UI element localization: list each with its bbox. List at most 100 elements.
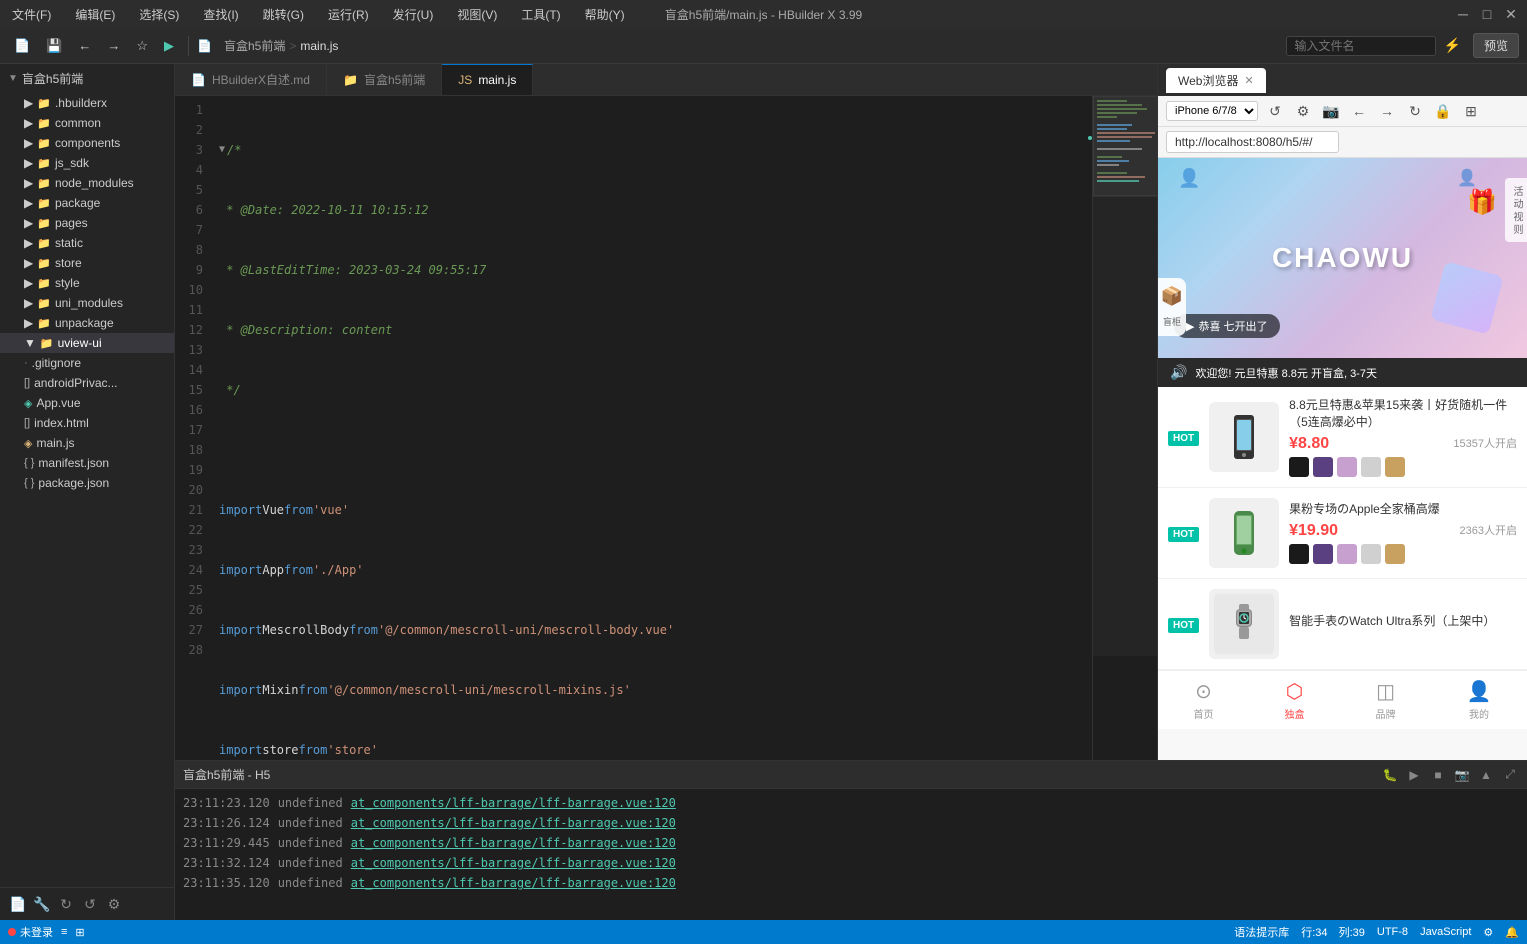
browser-screenshot-icon[interactable]: 📷	[1320, 100, 1342, 122]
sidebar-bottom-btn4[interactable]: ↺	[80, 894, 100, 914]
sidebar-item-unpackage[interactable]: ▶ 📁 unpackage	[0, 313, 174, 333]
sidebar-item-indexhtml[interactable]: [] index.html	[0, 413, 174, 433]
console-link[interactable]: at_components/lff-barrage/lff-barrage.vu…	[351, 793, 676, 813]
sidebar-item-jssdk[interactable]: ▶ 📁 js_sdk	[0, 153, 174, 173]
breadcrumb-file[interactable]: main.js	[300, 39, 338, 53]
nav-item-home[interactable]: ⊙ 首页	[1194, 679, 1214, 721]
browser-settings-icon[interactable]: ⚙	[1292, 100, 1314, 122]
sidebar-bottom-btn5[interactable]: ⚙	[104, 894, 124, 914]
run-h5-icon[interactable]: ▶	[1405, 766, 1423, 784]
sidebar-bottom-btn3[interactable]: ↻	[56, 894, 76, 914]
console-link[interactable]: at_components/lff-barrage/lff-barrage.vu…	[351, 833, 676, 853]
fold-btn[interactable]: ▼	[219, 140, 225, 160]
status-encoding[interactable]: UTF-8	[1377, 926, 1408, 938]
screenshot-bp-icon[interactable]: 📷	[1453, 766, 1471, 784]
sidebar-item-package[interactable]: ▶ 📁 package	[0, 193, 174, 213]
left-nav-icon-box[interactable]: 📦	[1161, 286, 1183, 307]
menu-jump[interactable]: 跳转(G)	[259, 4, 308, 25]
browser-refresh-icon[interactable]: ↺	[1264, 100, 1286, 122]
sidebar-item-appvue[interactable]: ◈ App.vue	[0, 393, 174, 413]
tab-project[interactable]: 📁 盲盒h5前端	[327, 64, 442, 95]
maximize-button[interactable]: □	[1479, 6, 1495, 22]
expand-icon[interactable]: ⤢	[1501, 766, 1519, 784]
close-button[interactable]: ✕	[1503, 6, 1519, 22]
sidebar-item-style[interactable]: ▶ 📁 style	[0, 273, 174, 293]
file-search-input[interactable]	[1286, 36, 1436, 56]
menu-publish[interactable]: 发行(U)	[389, 4, 438, 25]
nav-item-blind-box[interactable]: ⬡ 独盒	[1285, 679, 1305, 721]
sidebar-bottom-btn1[interactable]: 📄	[8, 894, 28, 914]
product-item-2[interactable]: HOT	[1158, 488, 1527, 579]
device-select[interactable]: iPhone 6/7/8	[1166, 101, 1258, 121]
debug-icon[interactable]: 🐛	[1381, 766, 1399, 784]
console-link[interactable]: at_components/lff-barrage/lff-barrage.vu…	[351, 853, 676, 873]
save-button[interactable]: 💾	[40, 35, 68, 57]
sidebar-item-mainjs[interactable]: ◈ main.js	[0, 433, 174, 453]
preview-button[interactable]: 预览	[1473, 33, 1519, 58]
nav-item-profile[interactable]: 👤 我的	[1467, 679, 1492, 721]
address-bar[interactable]	[1166, 131, 1339, 153]
product-item-1[interactable]: HOT	[1158, 387, 1527, 488]
code-editor[interactable]: 12345 678910 1112131415 1617181920 21222…	[175, 96, 1092, 760]
status-outline-icon[interactable]: ≡	[61, 926, 67, 938]
menu-file[interactable]: 文件(F)	[8, 4, 55, 25]
console-link[interactable]: at_components/lff-barrage/lff-barrage.vu…	[351, 873, 676, 893]
sidebar-item-nodemodules[interactable]: ▶ 📁 node_modules	[0, 173, 174, 193]
sidebar-item-pages[interactable]: ▶ 📁 pages	[0, 213, 174, 233]
status-error-item[interactable]: 未登录	[8, 924, 53, 940]
sidebar-item-components[interactable]: ▶ 📁 components	[0, 133, 174, 153]
tab-mainjs[interactable]: JS main.js	[442, 64, 533, 95]
sidebar-item-common[interactable]: ▶ 📁 common	[0, 113, 174, 133]
forward-button[interactable]: →	[101, 35, 126, 56]
sidebar-item-androidprivac[interactable]: [] androidPrivac...	[0, 373, 174, 393]
sidebar-item-store[interactable]: ▶ 📁 store	[0, 253, 174, 273]
browser-reload-icon[interactable]: ↻	[1404, 100, 1426, 122]
status-search-icon[interactable]: ⊞	[75, 926, 84, 939]
sidebar-item-uviewui[interactable]: ▼ 📁 uview-ui	[0, 333, 174, 353]
side-activity-panel[interactable]: 活 动 视 则	[1505, 178, 1527, 242]
menu-tools[interactable]: 工具(T)	[517, 4, 564, 25]
sidebar-item-manifestjson[interactable]: { } manifest.json	[0, 453, 174, 473]
status-language[interactable]: JavaScript	[1420, 926, 1471, 938]
nav-item-brand[interactable]: ◫ 品牌	[1376, 679, 1396, 721]
menu-help[interactable]: 帮助(Y)	[581, 4, 629, 25]
browser-bookmark-icon[interactable]: ⊞	[1460, 100, 1482, 122]
sidebar-item-unimodules[interactable]: ▶ 📁 uni_modules	[0, 293, 174, 313]
filter-icon[interactable]: ⚡	[1444, 37, 1461, 54]
video-play-btn[interactable]: ▶ 恭喜 七开出了	[1174, 314, 1280, 338]
window-controls[interactable]: ─ □ ✕	[1455, 6, 1519, 22]
up-icon[interactable]: ▲	[1477, 766, 1495, 784]
status-hint[interactable]: 语法提示库	[1234, 924, 1289, 940]
status-row-col[interactable]: 行:34 列:39	[1301, 924, 1365, 940]
product-item-3[interactable]: HOT	[1158, 579, 1527, 670]
sidebar-item-packagejson[interactable]: { } package.json	[0, 473, 174, 493]
bookmark-button[interactable]: ☆	[130, 35, 154, 57]
sidebar-item-static[interactable]: ▶ 📁 static	[0, 233, 174, 253]
minimize-button[interactable]: ─	[1455, 6, 1471, 22]
tab-hbuilderxmd[interactable]: 📄 HBuilderX自述.md	[175, 64, 327, 95]
sidebar-bottom-btn2[interactable]: 🔧	[32, 894, 52, 914]
new-file-button[interactable]: 📄	[8, 35, 36, 57]
browser-back-icon[interactable]: ←	[1348, 100, 1370, 122]
menu-edit[interactable]: 编辑(E)	[71, 4, 119, 25]
folder-arrow: ▶	[24, 276, 33, 290]
menu-find[interactable]: 查找(I)	[199, 4, 242, 25]
browser-tab-close[interactable]: ✕	[1244, 74, 1253, 87]
breadcrumb-project[interactable]: 盲盒h5前端	[224, 37, 285, 54]
status-settings-icon[interactable]: ⚙	[1483, 926, 1493, 939]
status-bell-icon[interactable]: 🔔	[1505, 926, 1519, 939]
menu-run[interactable]: 运行(R)	[324, 4, 373, 25]
menu-view[interactable]: 视图(V)	[453, 4, 501, 25]
run-button[interactable]: ▶	[158, 35, 180, 57]
sidebar-root[interactable]: ▼ 盲盒h5前端	[0, 64, 174, 93]
browser-forward-icon[interactable]: →	[1376, 100, 1398, 122]
menu-select[interactable]: 选择(S)	[135, 4, 183, 25]
color-swatch	[1385, 544, 1405, 564]
menu-bar[interactable]: 文件(F) 编辑(E) 选择(S) 查找(I) 跳转(G) 运行(R) 发行(U…	[8, 4, 629, 25]
browser-tab-web[interactable]: Web浏览器 ✕	[1166, 68, 1266, 93]
sidebar-item-hbuilderx[interactable]: ▶ 📁 .hbuilderx	[0, 93, 174, 113]
back-button[interactable]: ←	[72, 35, 97, 56]
sidebar-item-gitignore[interactable]: · .gitignore	[0, 353, 174, 373]
console-link[interactable]: at_components/lff-barrage/lff-barrage.vu…	[351, 813, 676, 833]
stop-icon[interactable]: ■	[1429, 766, 1447, 784]
